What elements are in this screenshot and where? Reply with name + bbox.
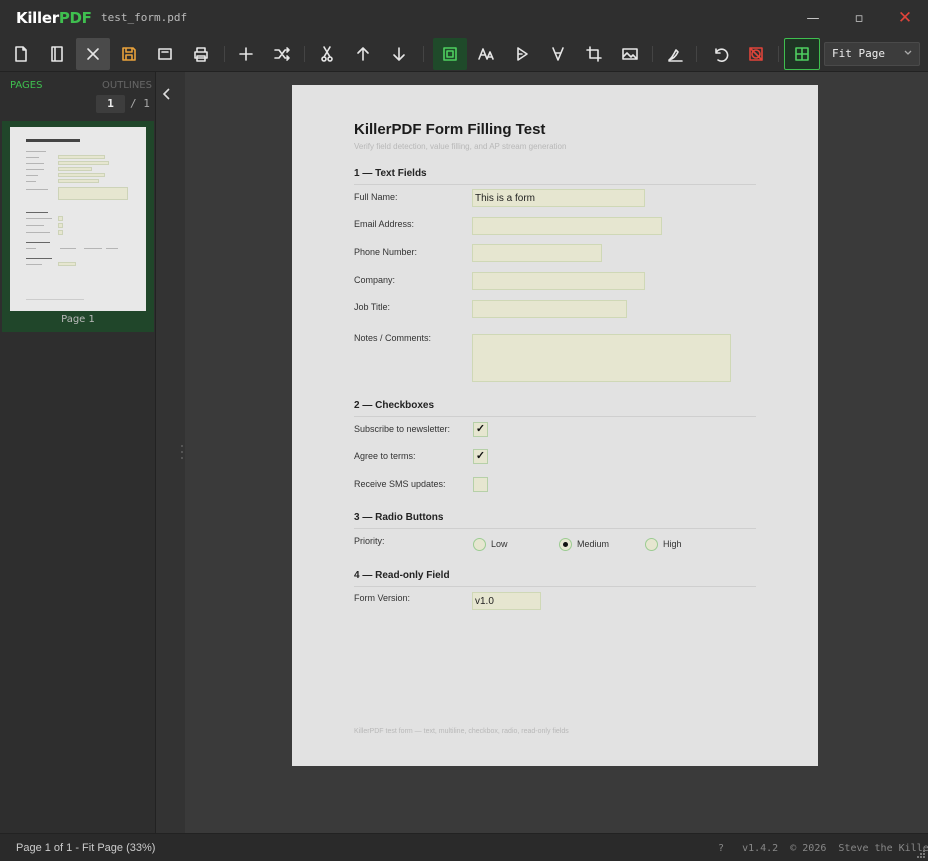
clear-annotations-icon[interactable] [739, 38, 773, 70]
page-number-input[interactable]: 1 [96, 95, 125, 113]
app-window: KillerPDF test_form.pdf — ▫ ✕ Fit Page P… [0, 0, 928, 861]
toolbar [0, 36, 928, 72]
open-document-icon[interactable] [40, 38, 74, 70]
resize-grip-icon[interactable] [914, 847, 926, 859]
resize-handle[interactable] [181, 445, 184, 463]
app-logo: KillerPDF [16, 9, 92, 27]
form-version-field: v1.0 [472, 592, 541, 610]
job-title-field[interactable] [472, 300, 627, 318]
highlight-icon[interactable] [505, 38, 539, 70]
checkbox-label: Receive SMS updates: [354, 479, 446, 489]
page-total: / 1 [130, 97, 150, 110]
maximize-button[interactable]: ▫ [836, 0, 882, 36]
version-info: ? v1.4.2 © 2026 Steve the Killer [718, 843, 928, 854]
cut-icon[interactable] [310, 38, 344, 70]
email-field[interactable] [472, 217, 662, 235]
phone-field[interactable] [472, 244, 602, 262]
radio-high[interactable] [645, 538, 658, 551]
zoom-select[interactable]: Fit Page [824, 42, 920, 66]
company-field[interactable] [472, 272, 645, 290]
chevron-down-icon [904, 50, 912, 55]
radio-label-medium: Medium [577, 539, 610, 549]
status-bar: Page 1 of 1 - Fit Page (33%) ? v1.4.2 © … [0, 833, 928, 861]
logo-text-killer: Killer [16, 9, 59, 27]
tab-pages[interactable]: PAGES [10, 80, 42, 91]
move-down-icon[interactable] [382, 38, 416, 70]
undo-icon[interactable] [703, 38, 737, 70]
section-checkboxes: 2 — Checkboxes [354, 400, 435, 411]
zoom-value: Fit Page [832, 47, 885, 60]
field-label: Job Title: [354, 302, 391, 312]
full-name-field[interactable]: This is a form [472, 189, 645, 207]
field-label: Full Name: [354, 192, 398, 202]
radio-group-label: Priority: [354, 536, 385, 546]
image-icon[interactable] [613, 38, 647, 70]
pen-icon[interactable] [541, 38, 575, 70]
radio-label-low: Low [491, 539, 508, 549]
add-page-icon[interactable] [229, 38, 263, 70]
section-readonly: 4 — Read-only Field [354, 570, 450, 581]
field-label: Notes / Comments: [354, 333, 432, 343]
field-label: Phone Number: [354, 247, 418, 257]
radio-low[interactable] [473, 538, 486, 551]
newsletter-checkbox[interactable]: ✓ [473, 422, 488, 437]
section-text-fields: 1 — Text Fields [354, 168, 427, 179]
section-radio-buttons: 3 — Radio Buttons [354, 512, 444, 523]
close-window-button[interactable]: ✕ [882, 0, 928, 36]
sidebar: PAGES OUTLINES 1 / 1 Page 1 [0, 72, 156, 833]
terms-checkbox[interactable]: ✓ [473, 449, 488, 464]
close-document-icon[interactable] [76, 38, 110, 70]
minimize-button[interactable]: — [790, 0, 836, 36]
radio-medium[interactable] [559, 538, 572, 551]
save-as-icon[interactable] [148, 38, 182, 70]
field-label: Email Address: [354, 219, 415, 229]
save-icon[interactable] [112, 38, 146, 70]
pdf-page: KillerPDF Form Filling Test Verify field… [292, 85, 818, 766]
logo-text-pdf: PDF [58, 9, 92, 27]
thumbnail-image [10, 127, 146, 311]
shuffle-icon[interactable] [265, 38, 299, 70]
signature-icon[interactable] [658, 38, 692, 70]
form-subtitle: Verify field detection, value filling, a… [354, 142, 567, 151]
checkbox-label: Subscribe to newsletter: [354, 424, 451, 434]
title-bar: KillerPDF test_form.pdf — ▫ ✕ [0, 0, 928, 36]
form-fields-icon[interactable] [433, 38, 467, 70]
thumbnail-label: Page 1 [61, 314, 95, 325]
collapse-sidebar-button[interactable] [160, 86, 178, 104]
font-size-icon[interactable] [469, 38, 503, 70]
notes-field[interactable] [472, 334, 731, 382]
new-document-icon[interactable] [4, 38, 38, 70]
checkbox-label: Agree to terms: [354, 451, 416, 461]
sms-checkbox[interactable] [473, 477, 488, 492]
radio-label-high: High [663, 539, 682, 549]
form-footer: KillerPDF test form — text, multiline, c… [354, 728, 569, 735]
field-label: Company: [354, 275, 396, 285]
print-icon[interactable] [184, 38, 218, 70]
status-text: Page 1 of 1 - Fit Page (33%) [16, 842, 156, 854]
page-thumbnail[interactable]: Page 1 [2, 121, 154, 332]
file-name: test_form.pdf [101, 11, 188, 24]
form-title: KillerPDF Form Filling Test [354, 121, 546, 138]
readonly-label: Form Version: [354, 593, 411, 603]
tab-outlines[interactable]: OUTLINES [102, 80, 152, 91]
move-up-icon[interactable] [346, 38, 380, 70]
grid-view-icon[interactable] [784, 38, 820, 70]
chevron-left-icon [162, 88, 170, 100]
crop-icon[interactable] [577, 38, 611, 70]
